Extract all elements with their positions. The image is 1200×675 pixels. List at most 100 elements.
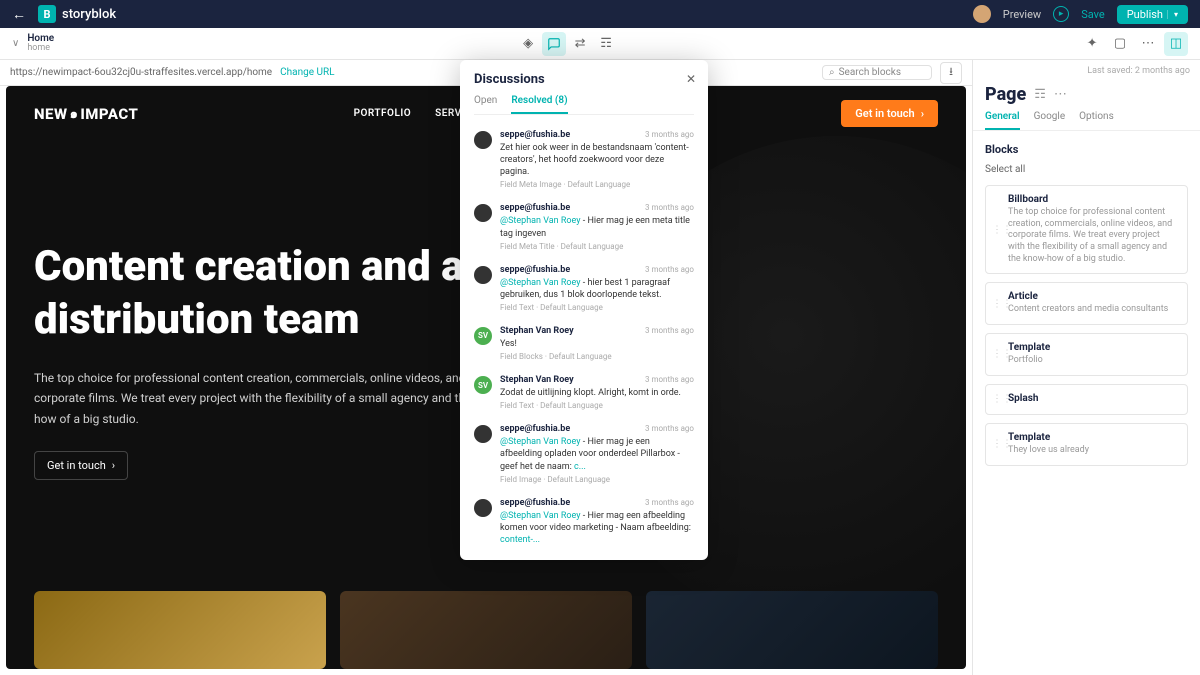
block-title: Template (1008, 342, 1177, 353)
thumbnail-item[interactable] (646, 591, 938, 669)
chevron-right-icon: › (112, 459, 115, 472)
comment-meta: Field Text · Default Language (500, 303, 694, 312)
comment-author: Stephan Van Roey (500, 375, 574, 385)
drag-handle-icon[interactable]: ⋮⋮ (992, 394, 1012, 405)
app-logo[interactable]: B storyblok (38, 5, 116, 23)
nav-portfolio[interactable]: PORTFOLIO (354, 108, 412, 119)
blocks-icon[interactable]: ☶ (1034, 87, 1046, 102)
comment-avatar: SV (474, 327, 492, 345)
block-card[interactable]: ⋮⋮Template Portfolio (985, 333, 1188, 376)
discussions-icon[interactable] (542, 32, 566, 56)
comment-author: seppe@fushia.be (500, 498, 570, 508)
comment-author: seppe@fushia.be (500, 130, 570, 140)
preview-url: https://newimpact-6ou32cj0u-straffesites… (10, 67, 272, 78)
site-logo[interactable]: NEW๑IMPACT (34, 103, 138, 124)
brand-name: storyblok (62, 7, 116, 22)
comment-avatar (474, 499, 492, 517)
monitor-icon[interactable]: ▢ (1108, 32, 1132, 56)
comment-text: Yes! (500, 338, 694, 350)
select-all-link[interactable]: Select all (985, 164, 1188, 175)
block-title: Billboard (1008, 194, 1177, 205)
logo-badge-icon: B (38, 5, 56, 23)
tab-general[interactable]: General (985, 111, 1020, 130)
discussion-item[interactable]: seppe@fushia.be3 months agoZet hier ook … (474, 123, 694, 196)
block-desc: Portfolio (1008, 355, 1177, 367)
tab-open[interactable]: Open (474, 95, 497, 114)
thumbnail-item[interactable] (340, 591, 632, 669)
block-title: Article (1008, 291, 1177, 302)
search-blocks-input[interactable]: ⌕ Search blocks (822, 65, 932, 80)
drag-handle-icon[interactable]: ⋮⋮ (992, 349, 1012, 360)
hero-cta-button[interactable]: Get in touch› (34, 451, 128, 480)
change-url-link[interactable]: Change URL (280, 67, 334, 78)
comment-time: 3 months ago (645, 424, 694, 434)
comment-text: @Stephan Van Roey - hier best 1 paragraa… (500, 277, 694, 301)
thumbnail-item[interactable] (34, 591, 326, 669)
block-title: Splash (1008, 393, 1177, 404)
save-link[interactable]: Save (1081, 8, 1105, 21)
comment-avatar (474, 131, 492, 149)
right-panel-toggle-icon[interactable]: ◫ (1164, 32, 1188, 56)
close-icon[interactable]: ✕ (686, 72, 696, 86)
user-avatar[interactable] (973, 5, 991, 23)
comment-meta: Field Image · Default Language (500, 475, 694, 484)
tab-options[interactable]: Options (1079, 111, 1114, 130)
comment-avatar (474, 266, 492, 284)
discussions-title: Discussions (474, 72, 694, 87)
discussion-item[interactable]: seppe@fushia.be 3 months ago @Stephan Van … (474, 491, 694, 544)
breadcrumb[interactable]: Home home (27, 33, 54, 54)
comment-author: seppe@fushia.be (500, 203, 570, 213)
editor-toolbar: ∨ Home home ◈ ⇄ ☶ ✦ ▢ ⋯ ◫ (0, 28, 1200, 60)
crosshair-icon[interactable]: ◈ (516, 32, 540, 56)
comment-avatar (474, 204, 492, 222)
comment-text: @Stephan Van Roey - Hier mag je een meta… (500, 215, 694, 239)
preview-link[interactable]: Preview (1003, 8, 1041, 21)
comment-time: 3 months ago (645, 498, 694, 508)
swirl-icon: ๑ (70, 103, 79, 124)
drag-handle-icon[interactable]: ⋮⋮ (992, 298, 1012, 309)
tab-resolved[interactable]: Resolved (8) (511, 95, 567, 114)
tab-google[interactable]: Google (1034, 111, 1066, 130)
block-card[interactable]: ⋮⋮Splash (985, 384, 1188, 415)
block-card[interactable]: ⋮⋮TemplateThey love us already (985, 423, 1188, 466)
discussions-tabs: Open Resolved (8) (474, 95, 694, 115)
comment-text: Zet hier ook weer in de bestandsnaam 'co… (500, 142, 694, 178)
status-circle-icon[interactable]: ▸ (1053, 6, 1069, 22)
blocks-list: ⋮⋮ Billboard The top choice for profession… (985, 185, 1188, 466)
block-desc: The top choice for professional content … (1008, 207, 1177, 265)
last-saved-label: Last saved: 2 months ago (973, 60, 1200, 76)
comment-author: seppe@fushia.be (500, 424, 570, 434)
block-card[interactable]: ⋮⋮ArticleContent creators and media cons… (985, 282, 1188, 325)
publish-button[interactable]: Publish ▾ (1117, 5, 1188, 24)
comment-text: @Stephan Van Roey - Hier mag je een afbe… (500, 436, 694, 472)
discussions-list[interactable]: seppe@fushia.be 3 months ago Zet hier ook … (474, 123, 694, 544)
sliders-icon[interactable]: ⇄ (568, 32, 592, 56)
chevron-down-icon[interactable]: ∨ (12, 38, 19, 49)
comment-text: @Stephan Van Roey - Hier mag een afbeeld… (500, 510, 694, 544)
comment-time: 3 months ago (645, 203, 694, 213)
workflow-icon[interactable]: ☶ (594, 32, 618, 56)
comment-meta: Field Meta Title · Default Language (500, 242, 694, 251)
more-icon[interactable]: ⋯ (1136, 32, 1160, 56)
more-icon[interactable]: ⋯ (1054, 87, 1067, 102)
comment-avatar (474, 425, 492, 443)
discussion-item[interactable]: SVStephan Van Roey3 months agoYes!Field … (474, 319, 694, 368)
search-icon: ⌕ (829, 67, 835, 78)
discussion-item[interactable]: SVStephan Van Roey3 months agoZodat de u… (474, 368, 694, 417)
comment-meta: Field Blocks · Default Language (500, 352, 694, 361)
discussion-item[interactable]: seppe@fushia.be 3 months ago @Stephan Van … (474, 196, 694, 257)
drag-handle-icon[interactable]: ⋮⋮ (992, 439, 1012, 450)
block-card[interactable]: ⋮⋮ Billboard The top choice for profession… (985, 185, 1188, 274)
discussions-panel: Discussions ✕ Open Resolved (8) seppe@fu… (460, 60, 708, 560)
nav-cta-button[interactable]: Get in touch› (841, 100, 938, 127)
discussion-item[interactable]: seppe@fushia.be 3 months ago @Stephan Van … (474, 417, 694, 490)
export-icon[interactable]: ⭳ (940, 62, 962, 84)
publish-dropdown-icon[interactable]: ▾ (1167, 10, 1178, 19)
hero-subtitle: The top choice for professional content … (34, 368, 514, 429)
comment-time: 3 months ago (645, 265, 694, 275)
back-arrow[interactable]: ← (12, 6, 26, 23)
right-panel-header: Page ☶ ⋯ (973, 76, 1200, 111)
discussion-item[interactable]: seppe@fushia.be3 months ago@Stephan Van … (474, 258, 694, 319)
drag-handle-icon[interactable]: ⋮⋮ (992, 224, 1012, 235)
design-icon[interactable]: ✦ (1080, 32, 1104, 56)
